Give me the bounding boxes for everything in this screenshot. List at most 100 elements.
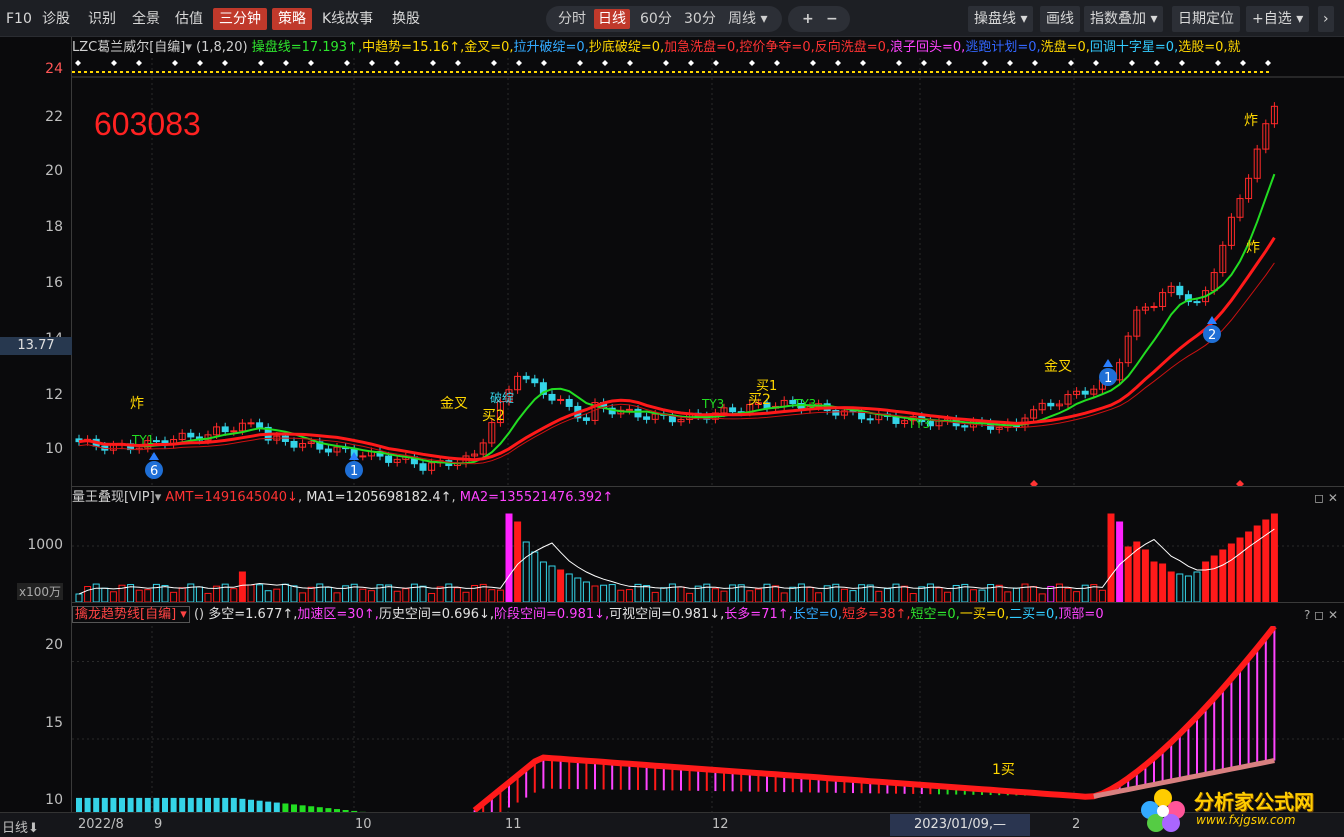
candle xyxy=(557,398,565,401)
indicator-name[interactable]: LZC葛兰威尔[自编] xyxy=(72,40,185,55)
indicator-value: 长空=0, xyxy=(792,607,843,622)
volume-bar xyxy=(849,590,857,602)
diagnose-button[interactable]: 诊股 xyxy=(38,8,74,30)
annotation-buy2: 买2 xyxy=(482,408,505,424)
zoom-in-button[interactable]: + xyxy=(798,9,818,29)
volume-bar xyxy=(1141,549,1149,602)
volume-bar xyxy=(660,587,668,602)
volume-bar xyxy=(1133,541,1141,602)
y-tick-label: 22 xyxy=(45,109,63,125)
signal-diamond xyxy=(1129,60,1135,66)
volume-bar xyxy=(1176,573,1184,602)
trend-indicator-header: 擒龙趋势线[自编] ▾ () 多空=1.677↑,加速区=30↑,历史空间=0.… xyxy=(72,605,1302,625)
candle xyxy=(152,440,160,443)
volume-bar xyxy=(1012,587,1020,602)
y-tick-label: 20 xyxy=(45,163,63,179)
volume-bar xyxy=(393,590,401,602)
volume-bar xyxy=(419,585,427,602)
volume-bar xyxy=(238,571,246,602)
chevron-down-icon[interactable]: ▾ xyxy=(185,40,192,55)
volume-indicator-name[interactable]: 量王叠现[VIP] xyxy=(72,490,155,505)
volume-bar xyxy=(1107,513,1115,602)
indicator-values: 操盘线=17.193↑,中趋势=15.16↑,金叉=0,拉升破绽=0,抄底破绽=… xyxy=(252,40,1241,55)
period-60min[interactable]: 60分 xyxy=(636,9,676,29)
watermark-title: 分析家公式网 xyxy=(1194,790,1314,814)
chevron-down-icon[interactable]: ▾ xyxy=(155,490,162,505)
chevron-down-icon: ▾ xyxy=(760,11,768,27)
indicator-value: 短多=38↑, xyxy=(842,607,911,622)
indicator-value: 拉升破绽=0, xyxy=(513,40,589,55)
panel-window-icons[interactable]: ◻ ✕ xyxy=(1314,491,1338,505)
kline-story-button[interactable]: K线故事 xyxy=(318,8,377,30)
date-locate-button[interactable]: 日期定位 xyxy=(1172,6,1240,32)
ma2-value: MA2=135521476.392↑ xyxy=(459,490,614,505)
signal-diamond xyxy=(455,60,461,66)
panel-window-icons[interactable]: ? ◻ ✕ xyxy=(1304,608,1338,622)
y-tick-label: 10 xyxy=(45,441,63,457)
volume-chart[interactable] xyxy=(72,508,1344,602)
volume-bar xyxy=(299,592,307,602)
chevron-down-icon: ▾ xyxy=(180,607,187,622)
candle xyxy=(247,422,255,425)
volume-bar xyxy=(367,590,375,602)
volume-bar xyxy=(1116,521,1124,602)
candlestick-chart[interactable]: 炸炸炸金叉金叉买2买2买1TY1TY3 TY3TY3破绽6 112 xyxy=(72,58,1344,486)
zoom-out-button[interactable]: − xyxy=(822,9,842,29)
valuation-button[interactable]: 估值 xyxy=(171,8,207,30)
period-30min[interactable]: 30分 xyxy=(680,9,720,29)
signal-diamond xyxy=(516,60,522,66)
operation-line-dropdown[interactable]: 操盘线 ▾ xyxy=(968,6,1034,32)
period-intraday[interactable]: 分时 xyxy=(554,9,590,29)
add-watchlist-dropdown[interactable]: +自选 ▾ xyxy=(1246,6,1310,32)
signal-diamond xyxy=(541,60,547,66)
volume-bar xyxy=(256,584,264,602)
candle xyxy=(565,398,573,407)
strategy-button[interactable]: 策略 xyxy=(272,8,312,30)
indicator-value: 二买=0, xyxy=(1009,607,1059,622)
volume-indicator-header: 量王叠现[VIP]▾ AMT=1491645040↓, MA1=12056981… xyxy=(72,490,614,505)
candle xyxy=(256,422,264,428)
identify-button[interactable]: 识别 xyxy=(84,8,120,30)
volume-bar xyxy=(84,586,92,602)
volume-bar xyxy=(677,586,685,602)
volume-bar xyxy=(359,588,367,602)
volume-bar xyxy=(720,590,728,602)
f10-button[interactable]: F10 xyxy=(2,8,36,30)
signal-diamond xyxy=(283,60,289,66)
trend-tick-label: 10 xyxy=(45,792,63,808)
current-price-tag: 13.77 xyxy=(0,337,72,355)
signal-diamond xyxy=(577,60,583,66)
volume-bar xyxy=(488,589,496,602)
trend-tick-label: 15 xyxy=(45,715,63,731)
chevron-down-icon: ▾ xyxy=(1296,11,1304,27)
date-tick: 2 xyxy=(1072,817,1081,832)
y-tick-label: 18 xyxy=(45,219,63,235)
volume-bar xyxy=(144,589,152,602)
volume-bar xyxy=(1150,561,1158,602)
watermark: 分析家公式网 www.fxjgsw.com xyxy=(1138,784,1338,834)
trend-indicator-name[interactable]: 擒龙趋势线[自编] ▾ xyxy=(72,606,190,623)
candle xyxy=(634,408,642,418)
indicator-value: 加速区=30↑, xyxy=(297,607,379,622)
indicator-value: 短空=0, xyxy=(910,607,960,622)
volume-bar xyxy=(591,585,599,602)
y-tick-label: 12 xyxy=(45,387,63,403)
candle xyxy=(531,378,539,384)
period-daily[interactable]: 日线 xyxy=(594,9,630,29)
draw-line-button[interactable]: 画线 xyxy=(1040,6,1080,32)
volume-bar xyxy=(436,586,444,602)
panel-divider xyxy=(72,486,1344,487)
three-minute-button[interactable]: 三分钟 xyxy=(213,8,267,30)
period-label[interactable]: 日线⬇ xyxy=(2,817,39,836)
signal-diamond xyxy=(1032,60,1038,66)
period-weekly[interactable]: 周线 ▾ xyxy=(724,9,771,29)
candle xyxy=(385,455,393,463)
index-overlay-dropdown[interactable]: 指数叠加 ▾ xyxy=(1084,6,1164,32)
panorama-button[interactable]: 全景 xyxy=(128,8,164,30)
signal-diamond xyxy=(491,60,497,66)
collapse-icon[interactable]: › xyxy=(1318,6,1334,32)
volume-bar xyxy=(918,586,926,602)
volume-bar xyxy=(600,584,608,602)
switch-stock-button[interactable]: 换股 xyxy=(388,8,424,30)
date-tick: 2022/8 xyxy=(78,817,124,832)
